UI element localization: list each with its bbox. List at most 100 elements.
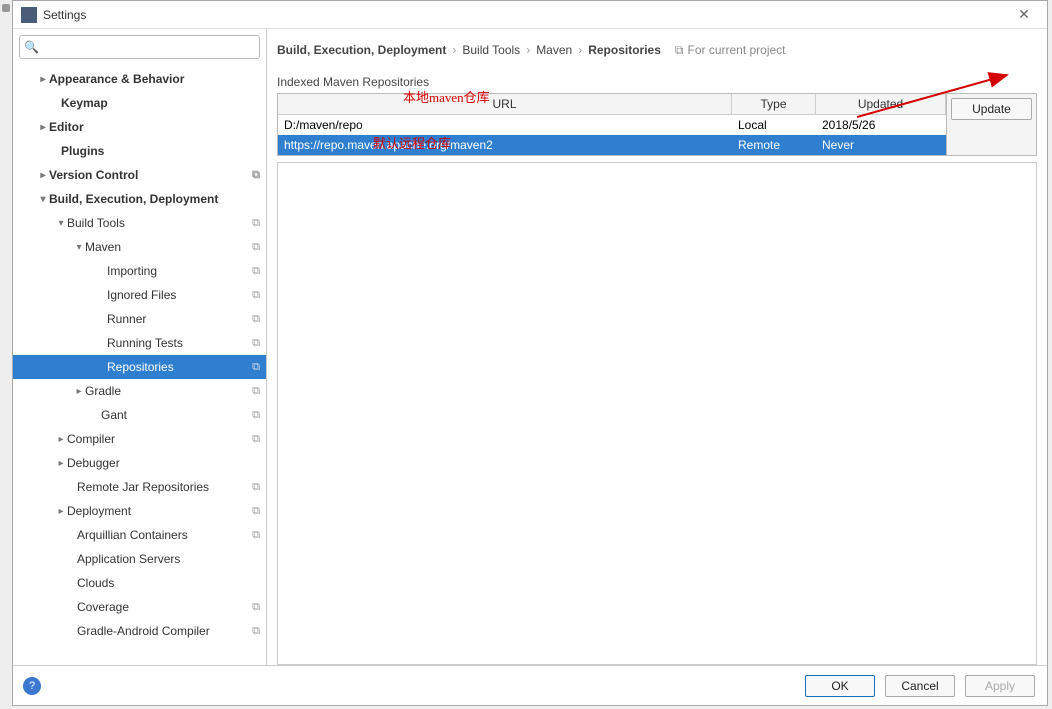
- chevron-down-icon: ▾: [73, 242, 85, 253]
- copy-icon: ⧉: [252, 313, 260, 326]
- sidebar-item[interactable]: Repositories⧉: [13, 355, 266, 379]
- sidebar-item-label: Build, Execution, Deployment: [49, 192, 260, 206]
- sidebar-item-label: Gradle: [85, 384, 252, 398]
- sidebar-item-label: Keymap: [61, 96, 260, 110]
- breadcrumb-item[interactable]: Build, Execution, Deployment: [277, 43, 446, 57]
- chevron-right-icon: ▸: [55, 434, 67, 445]
- search-icon: 🔍: [24, 40, 39, 54]
- sidebar-item[interactable]: ▸Deployment⧉: [13, 499, 266, 523]
- col-url[interactable]: URL: [278, 94, 732, 115]
- sidebar-item[interactable]: ▸Compiler⧉: [13, 427, 266, 451]
- titlebar: Settings ✕: [13, 1, 1047, 29]
- editor-gutter: [0, 0, 12, 709]
- sidebar-item[interactable]: ▾Build, Execution, Deployment: [13, 187, 266, 211]
- chevron-right-icon: ›: [526, 43, 530, 57]
- copy-icon: ⧉: [252, 289, 260, 302]
- sidebar-item-label: Importing: [107, 264, 252, 278]
- chevron-right-icon: ▸: [37, 74, 49, 85]
- sidebar-item[interactable]: Application Servers: [13, 547, 266, 571]
- sidebar-item[interactable]: Gant⧉: [13, 403, 266, 427]
- apply-button[interactable]: Apply: [965, 675, 1035, 697]
- cancel-button[interactable]: Cancel: [885, 675, 955, 697]
- search-input[interactable]: [43, 40, 255, 54]
- sidebar-item[interactable]: Clouds: [13, 571, 266, 595]
- sidebar-item[interactable]: Gradle-Android Compiler⧉: [13, 619, 266, 643]
- sidebar-item[interactable]: Runner⧉: [13, 307, 266, 331]
- sidebar-item[interactable]: ▸Version Control⧉: [13, 163, 266, 187]
- copy-icon: ⧉: [252, 601, 260, 614]
- sidebar-item-label: Remote Jar Repositories: [77, 480, 252, 494]
- sidebar-item[interactable]: Remote Jar Repositories⧉: [13, 475, 266, 499]
- close-icon[interactable]: ✕: [1009, 6, 1039, 23]
- sidebar-item[interactable]: ▸Appearance & Behavior: [13, 67, 266, 91]
- repositories-table: URL Type Updated D:/maven/repoLocal2018/…: [277, 93, 1037, 156]
- sidebar-item[interactable]: ▸Debugger: [13, 451, 266, 475]
- copy-icon: ⧉: [252, 409, 260, 422]
- update-button[interactable]: Update: [951, 98, 1032, 120]
- chevron-right-icon: ▸: [37, 122, 49, 133]
- copy-icon: ⧉: [675, 43, 684, 58]
- table-row[interactable]: D:/maven/repoLocal2018/5/26: [278, 115, 946, 135]
- sidebar-item[interactable]: ▸Editor: [13, 115, 266, 139]
- dialog-footer: ? OK Cancel Apply: [13, 665, 1047, 705]
- sidebar-item-label: Compiler: [67, 432, 252, 446]
- copy-icon: ⧉: [252, 385, 260, 398]
- sidebar-item[interactable]: Coverage⧉: [13, 595, 266, 619]
- for-project-label: ⧉ For current project: [675, 43, 786, 58]
- col-type[interactable]: Type: [732, 94, 816, 115]
- breadcrumb-item[interactable]: Maven: [536, 43, 572, 57]
- app-icon: [21, 7, 37, 23]
- sidebar-item[interactable]: Running Tests⧉: [13, 331, 266, 355]
- gutter-icon: [2, 4, 10, 12]
- sidebar-item[interactable]: ▾Maven⧉: [13, 235, 266, 259]
- cell-updated: Never: [816, 135, 946, 155]
- col-updated[interactable]: Updated: [816, 94, 946, 115]
- sidebar-item-label: Clouds: [77, 576, 260, 590]
- cell-type: Remote: [732, 135, 816, 155]
- sidebar-item-label: Editor: [49, 120, 260, 134]
- copy-icon: ⧉: [252, 265, 260, 278]
- cell-url: https://repo.maven.apache.org/maven2: [278, 135, 732, 155]
- sidebar-item-label: Version Control: [49, 168, 252, 182]
- sidebar-item[interactable]: Importing⧉: [13, 259, 266, 283]
- copy-icon: ⧉: [252, 529, 260, 542]
- section-label: Indexed Maven Repositories: [277, 75, 1037, 89]
- search-box[interactable]: 🔍: [19, 35, 260, 59]
- sidebar-item[interactable]: Ignored Files⧉: [13, 283, 266, 307]
- window-title: Settings: [43, 8, 1009, 22]
- chevron-down-icon: ▾: [37, 194, 49, 205]
- cell-type: Local: [732, 115, 816, 135]
- sidebar-item[interactable]: Keymap: [13, 91, 266, 115]
- chevron-right-icon: ▸: [55, 458, 67, 469]
- breadcrumb: Build, Execution, Deployment › Build Too…: [277, 39, 1037, 61]
- help-icon[interactable]: ?: [23, 677, 41, 695]
- sidebar-item-label: Debugger: [67, 456, 260, 470]
- sidebar-item-label: Running Tests: [107, 336, 252, 350]
- breadcrumb-item[interactable]: Build Tools: [462, 43, 520, 57]
- sidebar-item-label: Deployment: [67, 504, 252, 518]
- sidebar-item[interactable]: ▸Gradle⧉: [13, 379, 266, 403]
- sidebar-item[interactable]: Plugins: [13, 139, 266, 163]
- table-row[interactable]: https://repo.maven.apache.org/maven2Remo…: [278, 135, 946, 155]
- sidebar-item-label: Gant: [101, 408, 252, 422]
- copy-icon: ⧉: [252, 361, 260, 374]
- sidebar-item-label: Coverage: [77, 600, 252, 614]
- sidebar-item-label: Appearance & Behavior: [49, 72, 260, 86]
- sidebar-item[interactable]: ▾Build Tools⧉: [13, 211, 266, 235]
- sidebar-item-label: Maven: [85, 240, 252, 254]
- sidebar-item-label: Runner: [107, 312, 252, 326]
- breadcrumb-item[interactable]: Repositories: [588, 43, 661, 57]
- copy-icon: ⧉: [252, 337, 260, 350]
- settings-dialog: Settings ✕ 🔍 ▸Appearance & BehaviorKeyma…: [12, 0, 1048, 706]
- copy-icon: ⧉: [252, 217, 260, 230]
- sidebar-item-label: Build Tools: [67, 216, 252, 230]
- content-panel: Build, Execution, Deployment › Build Too…: [267, 29, 1047, 665]
- copy-icon: ⧉: [252, 481, 260, 494]
- copy-icon: ⧉: [252, 625, 260, 638]
- settings-tree[interactable]: ▸Appearance & BehaviorKeymap▸EditorPlugi…: [13, 65, 266, 665]
- cell-updated: 2018/5/26: [816, 115, 946, 135]
- ok-button[interactable]: OK: [805, 675, 875, 697]
- copy-icon: ⧉: [252, 241, 260, 254]
- sidebar-item[interactable]: Arquillian Containers⧉: [13, 523, 266, 547]
- table-header: URL Type Updated: [278, 94, 946, 115]
